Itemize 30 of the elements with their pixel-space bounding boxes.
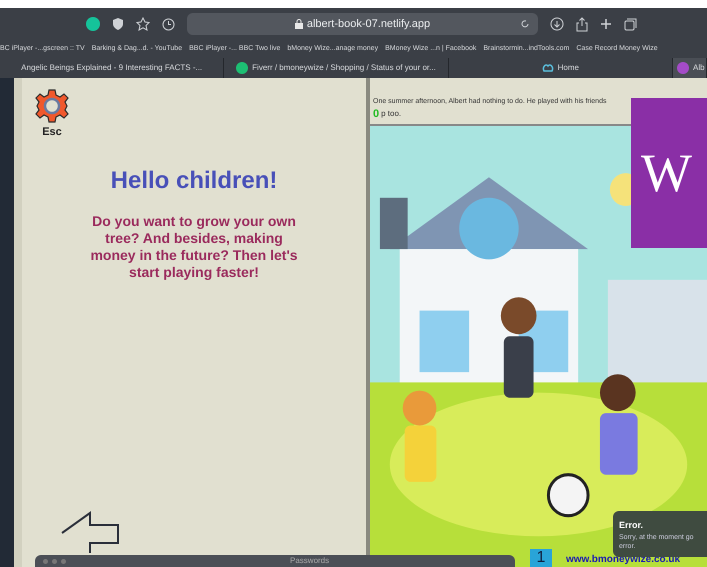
banner-letter: W (641, 142, 692, 204)
lock-icon (294, 19, 303, 29)
tab-icon (236, 62, 248, 74)
shield-icon[interactable] (112, 17, 124, 31)
page-title: Hello children! (110, 166, 278, 196)
browser-tab[interactable]: Angelic Beings Explained - 9 Interesting FACTS -... (0, 58, 224, 78)
gear-icon[interactable] (34, 88, 70, 124)
window-title: Passwords (290, 557, 330, 565)
story-text: p too. (381, 108, 402, 120)
browser-tab[interactable]: Fiverr / bmoneywize / Shopping / Status of your or... (224, 58, 449, 78)
website-link[interactable]: www.bmoneywize.co.uk (566, 552, 680, 567)
reload-icon[interactable] (520, 19, 530, 29)
browser-tab[interactable]: Home (448, 58, 673, 78)
tab-icon (676, 62, 689, 74)
address-bar[interactable]: albert-book-07.netlify.app (187, 13, 538, 35)
intro-message: Do you want to grow your own tree? And besides, making money in the future? Then let's start playing faster! (89, 212, 299, 280)
page-number: 1 (530, 549, 552, 567)
share-icon[interactable] (576, 16, 588, 32)
marker-digit: 0 (373, 109, 380, 120)
url-text: albert-book-07.netlify.app (306, 16, 430, 32)
star-icon[interactable] (136, 17, 150, 31)
tab-icon (542, 62, 554, 74)
tabs-overview-icon[interactable] (624, 18, 637, 30)
download-icon[interactable] (550, 17, 564, 31)
esc-label: Esc (42, 125, 62, 140)
toast-title: Error. (619, 519, 644, 532)
browser-tab[interactable]: Alb (672, 58, 707, 78)
plus-icon[interactable] (600, 18, 612, 30)
grammar-extension-icon[interactable] (86, 17, 100, 31)
history-icon[interactable] (162, 18, 175, 30)
